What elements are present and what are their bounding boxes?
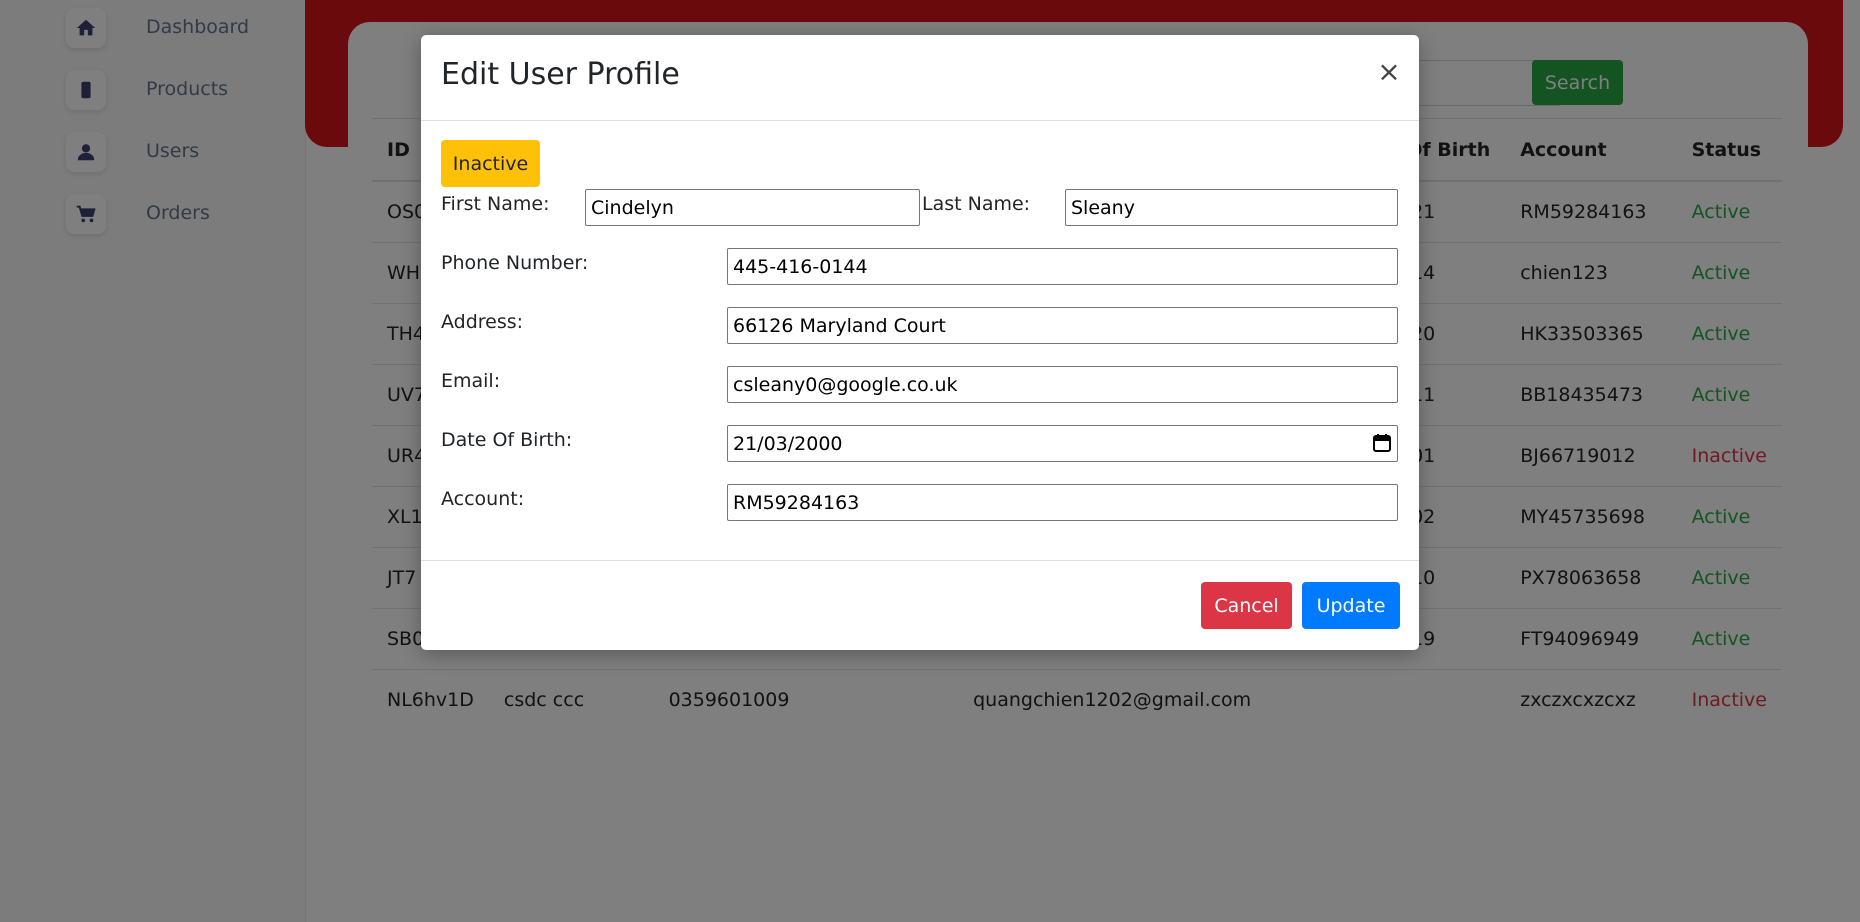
email-label: Email:	[441, 370, 501, 392]
last-name-field[interactable]	[1065, 189, 1398, 226]
modal-title: Edit User Profile	[441, 57, 680, 92]
edit-user-modal: Edit User Profile × Inactive First Name:…	[421, 35, 1419, 650]
address-field[interactable]	[727, 307, 1398, 344]
update-button[interactable]: Update	[1302, 582, 1400, 629]
first-name-field[interactable]	[585, 189, 920, 226]
last-name-label: Last Name:	[922, 193, 1031, 215]
account-field[interactable]	[727, 484, 1398, 521]
address-label: Address:	[441, 311, 524, 333]
account-label: Account:	[441, 488, 525, 510]
phone-number-label: Phone Number:	[441, 252, 589, 274]
modal-footer: Cancel Update	[421, 560, 1419, 651]
date-of-birth-wrapper	[727, 425, 1398, 462]
cancel-button[interactable]: Cancel	[1201, 582, 1292, 629]
first-name-label: First Name:	[441, 193, 550, 215]
close-icon[interactable]: ×	[1374, 55, 1404, 88]
date-of-birth-label: Date Of Birth:	[441, 429, 573, 451]
email-field[interactable]	[727, 366, 1398, 403]
date-of-birth-field[interactable]	[727, 425, 1398, 462]
calendar-icon[interactable]	[1372, 433, 1392, 453]
modal-header: Edit User Profile ×	[421, 35, 1419, 121]
page: Dashboard Products Users Orders Search	[0, 0, 1860, 922]
phone-number-field[interactable]	[727, 248, 1398, 285]
status-toggle-button[interactable]: Inactive	[441, 140, 540, 187]
